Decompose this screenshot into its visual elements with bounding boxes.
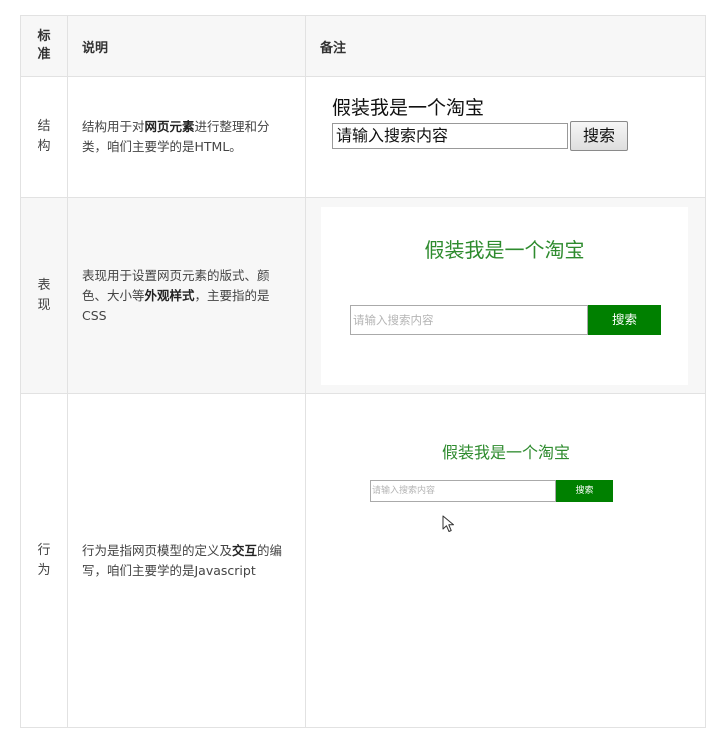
header-standard: 标准 (20, 15, 68, 77)
search-input[interactable]: 请输入搜索内容 (332, 123, 568, 149)
standard-cell: 行为 (20, 393, 68, 728)
demo-title: 假装我是一个淘宝 (332, 97, 485, 119)
description-cell: 表现用于设置网页元素的版式、颜色、大小等外观样式，主要指的是CSS (67, 197, 306, 394)
search-input[interactable]: 请输入搜索内容 (370, 480, 556, 502)
table-row: 行为 行为是指网页模型的定义及交互的编写，咱们主要学的是Javascript 假… (20, 393, 706, 728)
demo-styled: 假装我是一个淘宝 请输入搜索内容 搜索 (321, 207, 688, 385)
remark-cell: 假装我是一个淘宝 请输入搜索内容 搜索 (305, 197, 706, 394)
search-input[interactable]: 请输入搜索内容 (350, 305, 588, 335)
table-row: 结构 结构用于对网页元素进行整理和分类，咱们主要学的是HTML。 假装我是一个淘… (20, 76, 706, 198)
demo-title: 假装我是一个淘宝 (424, 238, 585, 262)
table-header-row: 标准 说明 备注 (20, 15, 706, 77)
search-button[interactable]: 搜索 (570, 121, 628, 151)
remark-cell: 假装我是一个淘宝 请输入搜索内容 搜索 (305, 393, 706, 728)
search-button[interactable]: 搜索 (556, 480, 613, 502)
header-description: 说明 (67, 15, 306, 77)
demo-title: 假装我是一个淘宝 (441, 443, 570, 462)
standards-table: 标准 说明 备注 结构 结构用于对网页元素进行整理和分类，咱们主要学的是HTML… (20, 15, 706, 728)
demo-behavior: 假装我是一个淘宝 请输入搜索内容 搜索 (306, 394, 706, 728)
standard-cell: 表现 (20, 197, 68, 394)
demo-unstyled: 假装我是一个淘宝 请输入搜索内容 搜索 (332, 96, 628, 151)
standard-cell: 结构 (20, 76, 68, 198)
search-button[interactable]: 搜索 (588, 305, 661, 335)
mouse-pointer-icon (442, 515, 454, 532)
description-cell: 结构用于对网页元素进行整理和分类，咱们主要学的是HTML。 (67, 76, 306, 198)
header-remark: 备注 (305, 15, 706, 77)
description-cell: 行为是指网页模型的定义及交互的编写，咱们主要学的是Javascript (67, 393, 306, 728)
table-row: 表现 表现用于设置网页元素的版式、颜色、大小等外观样式，主要指的是CSS 假装我… (20, 197, 706, 394)
remark-cell: 假装我是一个淘宝 请输入搜索内容 搜索 (305, 76, 706, 198)
